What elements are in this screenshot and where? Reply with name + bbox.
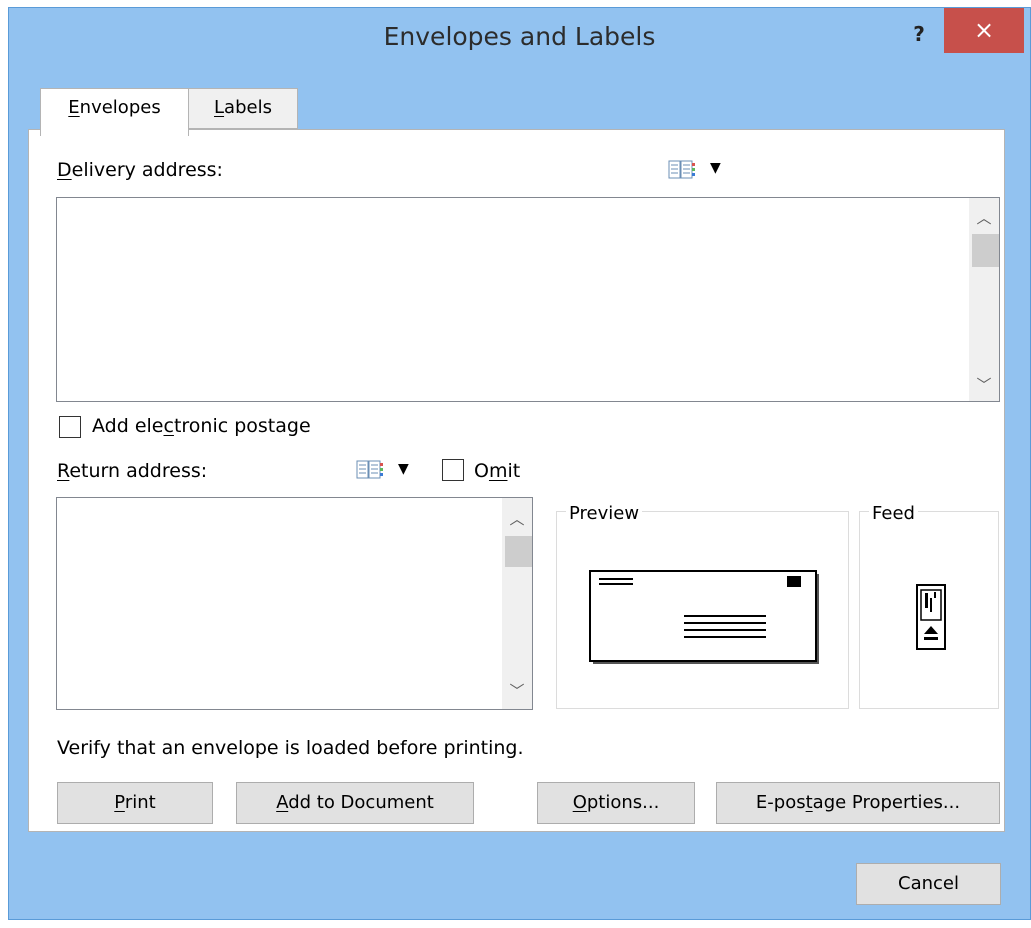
delivery-scrollbar[interactable]: ︿ ﹀ (969, 198, 999, 401)
omit-checkbox[interactable] (442, 459, 464, 481)
cancel-button[interactable]: Cancel (856, 863, 1001, 905)
scrollbar-thumb[interactable] (505, 536, 532, 567)
return-address-label: Return address: (57, 460, 208, 482)
dropdown-arrow-icon[interactable]: ▼ (710, 160, 721, 176)
electronic-postage-checkbox[interactable] (59, 416, 81, 438)
tab-envelopes[interactable]: Envelopes (40, 88, 189, 136)
address-book-icon (668, 160, 695, 179)
delivery-address-input[interactable]: ︿ ﹀ (56, 197, 1000, 402)
close-button[interactable]: × (944, 8, 1024, 53)
return-address-input[interactable]: ︿ ﹀ (56, 497, 533, 710)
tab-labels[interactable]: Labels (188, 88, 298, 129)
chevron-up-icon[interactable]: ︿ (969, 207, 999, 229)
tab-labels-label: abels (224, 97, 272, 118)
return-scrollbar[interactable]: ︿ ﹀ (502, 498, 532, 709)
preview-title: Preview (566, 503, 643, 525)
delivery-address-label: Delivery address: (57, 159, 223, 181)
print-button[interactable]: Print (57, 782, 213, 824)
preview-group[interactable] (556, 511, 849, 709)
feed-title: Feed (869, 503, 918, 525)
dropdown-arrow-icon[interactable]: ▼ (398, 461, 409, 477)
e-postage-properties-button[interactable]: E-postage Properties... (716, 782, 1000, 824)
help-button[interactable]: ? (904, 18, 934, 50)
tab-envelopes-accel: E (68, 97, 80, 118)
address-book-icon (356, 460, 383, 479)
chevron-up-icon[interactable]: ︿ (502, 508, 532, 530)
tab-labels-accel: L (214, 97, 225, 118)
envelope-preview-icon (589, 570, 819, 664)
add-to-document-button[interactable]: Add to Document (236, 782, 474, 824)
chevron-down-icon[interactable]: ﹀ (969, 374, 999, 396)
scrollbar-thumb[interactable] (972, 234, 999, 267)
electronic-postage-label: Add electronic postage (92, 415, 311, 437)
options-button[interactable]: Options... (537, 782, 695, 824)
feed-group[interactable] (859, 511, 999, 709)
dialog-title: Envelopes and Labels (383, 22, 656, 51)
return-address-book-button[interactable] (356, 460, 383, 485)
chevron-down-icon[interactable]: ﹀ (502, 680, 532, 702)
tab-envelopes-label: nvelopes (79, 97, 161, 118)
verify-envelope-note: Verify that an envelope is loaded before… (57, 737, 524, 759)
address-book-button[interactable] (668, 160, 695, 185)
envelope-feed-icon (916, 584, 946, 650)
omit-label: Omit (474, 460, 521, 482)
